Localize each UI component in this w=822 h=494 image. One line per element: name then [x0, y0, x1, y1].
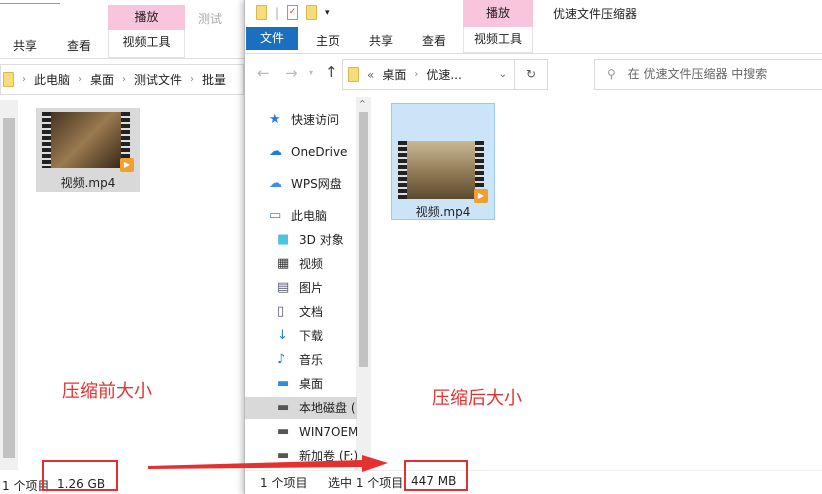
arrow-annotation	[148, 455, 388, 472]
arrow-icon	[148, 455, 388, 472]
